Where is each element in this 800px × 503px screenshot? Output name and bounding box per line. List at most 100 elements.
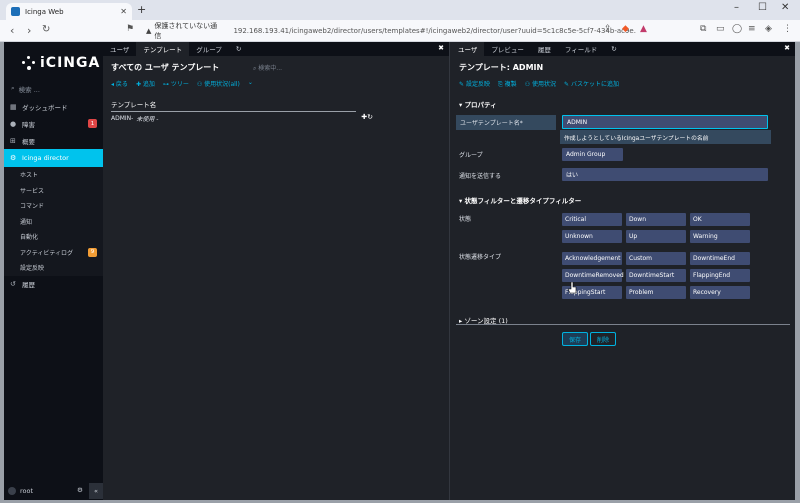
close-column-icon[interactable]: ✖ (438, 44, 444, 52)
brave-rewards-icon[interactable]: ▲ (640, 24, 647, 34)
sidebar-item-overview[interactable]: ⊞ 概要 (4, 132, 103, 149)
menu-icon[interactable]: ≡ (748, 24, 756, 34)
browser-tab-title: Icinga Web (25, 7, 64, 16)
transition-chip[interactable]: DowntimeEnd (690, 252, 750, 265)
sidebar-subitem-commands[interactable]: コマンド (4, 198, 103, 214)
delete-button[interactable]: 削除 (590, 332, 616, 346)
icinga-logo[interactable]: iCINGA (22, 55, 100, 71)
state-chip[interactable]: OK (690, 213, 750, 226)
field-label-template-name: ユーザテンプレート名* (456, 115, 556, 130)
browser-toolbar: ‹ › ↻ ⚑ ▲ 保護されていない通信 192.168.193.41/icin… (0, 20, 800, 42)
tree-link[interactable]: ⊶ ツリー (163, 79, 189, 88)
field-label-states: 状態 (459, 216, 472, 223)
maximize-icon[interactable]: ☐ (758, 2, 767, 13)
gear-icon[interactable]: ⚙ (77, 486, 83, 494)
template-search-input[interactable]: ⌕ 検索中... (253, 63, 282, 73)
tab-users[interactable]: ユーザ (103, 42, 136, 56)
vpn-icon[interactable]: ◈ (765, 24, 772, 34)
row-add-icon[interactable]: ✚↻ (361, 113, 373, 121)
add-link[interactable]: ✚ 追加 (136, 79, 155, 88)
transition-chip[interactable]: FlappingEnd (690, 269, 750, 282)
brave-shield-icon[interactable]: ◆ (622, 24, 629, 34)
sidebar-item-director[interactable]: ⚙ Icinga director (4, 149, 103, 167)
extensions-icon[interactable]: ⧉ (700, 24, 706, 34)
tab-preview[interactable]: プレビュー (484, 42, 531, 56)
search-icon: ⌕ (11, 84, 15, 92)
state-chip[interactable]: Critical (562, 213, 622, 226)
close-column-icon[interactable]: ✖ (784, 44, 790, 52)
table-row[interactable]: ADMIN- 未使用 - ✚↻ (111, 113, 373, 123)
sidebar-subitem-services[interactable]: サービス (4, 183, 103, 199)
deploy-link[interactable]: ✎ 設定反映 (459, 79, 490, 89)
new-tab-icon[interactable]: + (137, 3, 146, 16)
sidebar-item-label: 履歴 (22, 281, 35, 289)
save-button[interactable]: 保存 (562, 332, 588, 346)
sidebar-item-label: 障害 (22, 120, 35, 129)
transition-chip[interactable]: Recovery (690, 286, 750, 299)
refresh-icon[interactable]: ↻ (604, 42, 623, 56)
transition-chip[interactable]: Acknowledgement (562, 252, 622, 265)
state-chip[interactable]: Down (626, 213, 686, 226)
sidebar: iCINGA ⌕ 検索 ... ▦ ダッシュボード ● 障害 1 ⊞ 概要 ⚙ … (4, 42, 103, 500)
transition-chip[interactable]: DowntimeStart (626, 269, 686, 282)
sidebar-subitem-hosts[interactable]: ホスト (4, 167, 103, 183)
sidebar-subitem-deploy[interactable]: 設定反映 (4, 260, 103, 276)
minimize-icon[interactable]: – (734, 2, 739, 13)
window-close-icon[interactable]: ✕ (781, 2, 789, 13)
usage-link[interactable]: ⚇ 使用状況(all) (197, 79, 240, 88)
collapse-sidebar-icon[interactable]: « (89, 483, 103, 499)
subitem-label: コマンド (20, 203, 45, 211)
usage-link[interactable]: ⚇ 使用状況 (525, 79, 556, 89)
template-name[interactable]: ADMIN- (111, 115, 133, 122)
tab-history[interactable]: 履歴 (531, 42, 558, 56)
tab-close-icon[interactable]: ✕ (120, 7, 127, 16)
sidebar-subitem-activity-log[interactable]: アクティビティログ 9 (4, 245, 103, 261)
sidebar-item-problems[interactable]: ● 障害 1 (4, 115, 103, 132)
tab-groups[interactable]: グループ (189, 42, 229, 56)
transition-chip[interactable]: Custom (626, 252, 686, 265)
address-bar[interactable]: ▲ 保護されていない通信 192.168.193.41/icingaweb2/d… (146, 22, 636, 40)
transition-chip[interactable]: Problem (626, 286, 686, 299)
username[interactable]: root (20, 487, 33, 495)
sidebar-item-label: Icinga director (22, 154, 69, 162)
tab-templates[interactable]: テンプレート (136, 42, 190, 56)
state-chip[interactable]: Up (626, 230, 686, 243)
back-link[interactable]: ◂ 戻る (111, 79, 128, 88)
sidebar-subitem-notifications[interactable]: 通知 (4, 214, 103, 230)
browser-tab[interactable]: Icinga Web ✕ (6, 3, 132, 20)
avatar[interactable] (8, 487, 16, 495)
tab-user[interactable]: ユーザ (451, 42, 485, 56)
bookmark-icon[interactable]: ⚑ (126, 24, 134, 34)
sidebar-search-input[interactable]: ⌕ 検索 ... (8, 82, 100, 95)
more-icon[interactable]: ⋮ (783, 24, 792, 34)
icinga-logo-icon (22, 56, 36, 70)
section-filters[interactable]: ▾ 状態フィルターと遷移タイプフィルター (459, 195, 581, 205)
state-chip[interactable]: Unknown (562, 230, 622, 243)
reload-icon[interactable]: ↻ (42, 24, 50, 35)
template-name-hint: 作成しようとしているIcingaユーザテンプレートの名前 (560, 130, 771, 144)
chevron-down-icon[interactable]: ⌄ (248, 79, 253, 88)
groups-input[interactable]: Admin Group (562, 148, 623, 161)
clone-link[interactable]: ⎘ 複製 (498, 79, 517, 89)
action-label: ツリー (170, 81, 189, 88)
forward-icon[interactable]: › (27, 24, 31, 37)
warning-icon: ▲ (146, 27, 152, 35)
basket-link[interactable]: ✎ バスケットに追加 (564, 79, 619, 89)
template-name-input[interactable]: ADMIN (562, 115, 768, 129)
sidebar-item-dashboard[interactable]: ▦ ダッシュボード (4, 98, 103, 115)
problems-icon: ● (10, 119, 17, 128)
sidebar-item-history[interactable]: ↺ 履歴 (4, 276, 103, 293)
sidebar-toggle-icon[interactable]: ▭ (716, 24, 725, 34)
send-notifications-select[interactable]: はい (562, 168, 768, 181)
director-icon: ⚙ (10, 154, 17, 162)
tab-fields[interactable]: フィールド (558, 42, 604, 56)
profile-icon[interactable]: ◯ (732, 24, 742, 34)
sidebar-subitem-automation[interactable]: 自動化 (4, 229, 103, 245)
refresh-icon[interactable]: ↻ (229, 42, 248, 56)
section-properties[interactable]: ▾ プロパティ (459, 99, 497, 109)
share-icon[interactable]: ⇪ (604, 24, 612, 34)
back-icon[interactable]: ‹ (10, 24, 14, 37)
state-chip[interactable]: Warning (690, 230, 750, 243)
subitem-label: 設定反映 (20, 265, 45, 273)
transition-chip[interactable]: DowntimeRemoved (562, 269, 624, 282)
